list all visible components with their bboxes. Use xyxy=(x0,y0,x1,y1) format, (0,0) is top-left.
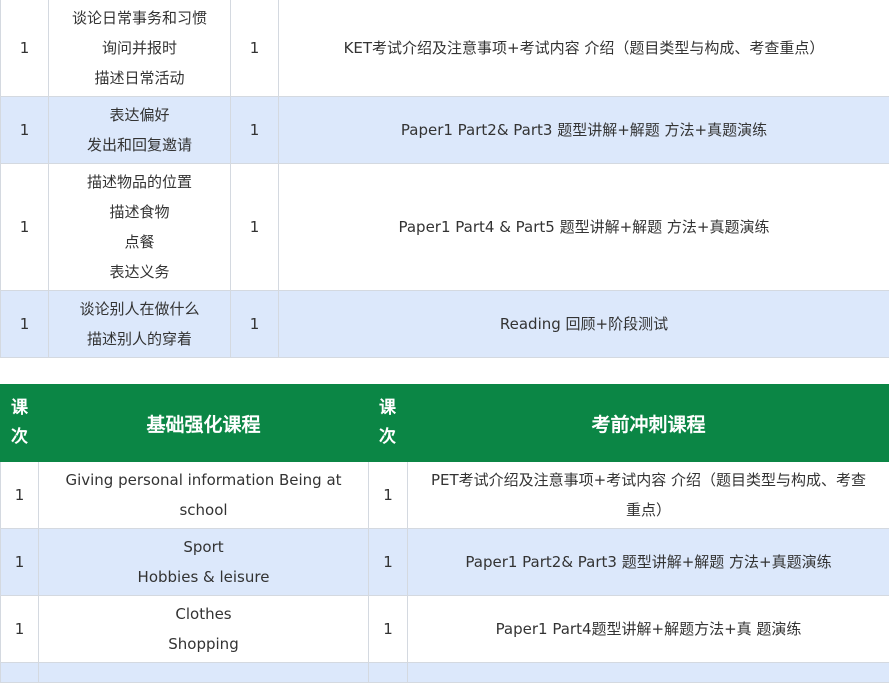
topics-cell: Clothes Shopping xyxy=(39,596,369,663)
course-content-cell: Paper1 Part2& Part3 题型讲解+解题 方法+真题演练 xyxy=(279,97,889,164)
topic-line: 描述物品的位置 xyxy=(55,167,224,197)
lesson-count-cell: 1 xyxy=(1,462,39,529)
ket-course-table: 1 谈论日常事务和习惯 询问并报时 描述日常活动 1 KET考试介绍及注意事项+… xyxy=(0,0,889,358)
lesson-count-cell: 1 xyxy=(369,462,408,529)
topic-line: Sport xyxy=(45,532,362,562)
content-line: 重点） xyxy=(414,495,883,525)
lesson-count-cell: 1 xyxy=(1,529,39,596)
course-content-cell: Paper1 Part4 & Part5 题型讲解+解题 方法+真题演练 xyxy=(279,164,889,291)
table-row: 1 描述物品的位置 描述食物 点餐 表达义务 1 Paper1 Part4 & … xyxy=(1,164,889,291)
lesson-count-cell: 1 xyxy=(369,529,408,596)
topics-cell: Giving personal information Being at sch… xyxy=(39,462,369,529)
sprint-course-header: 考前冲刺课程 xyxy=(408,385,889,462)
foundation-course-header: 基础强化课程 xyxy=(39,385,369,462)
header-char: 课 xyxy=(379,394,407,423)
course-content-cell: Reading 回顾+阶段测试 xyxy=(279,291,889,358)
lesson-count-cell xyxy=(1,663,39,683)
topics-cell: Sport Hobbies & leisure xyxy=(39,529,369,596)
lesson-count-cell: 1 xyxy=(231,291,279,358)
topic-line: 表达偏好 xyxy=(55,100,224,130)
table-row: 1 Clothes Shopping 1 Paper1 Part4题型讲解+解题… xyxy=(1,596,889,663)
course-content-cell: Paper1 Part4题型讲解+解题方法+真 题演练 xyxy=(408,596,889,663)
topic-line: Clothes xyxy=(45,599,362,629)
content-line: Paper1 Part2& Part3 题型讲解+解题 方法+真题演练 xyxy=(414,547,883,577)
topic-line: 谈论别人在做什么 xyxy=(55,294,224,324)
course-content-cell: Paper1 Part2& Part3 题型讲解+解题 方法+真题演练 xyxy=(408,529,889,596)
topic-line: 谈论日常事务和习惯 xyxy=(55,3,224,33)
topic-line: Hobbies & leisure xyxy=(45,562,362,592)
lesson-count-cell: 1 xyxy=(1,291,49,358)
lesson-count-cell: 1 xyxy=(231,97,279,164)
course-content-cell: PET考试介绍及注意事项+考试内容 介绍（题目类型与构成、考查 重点） xyxy=(408,462,889,529)
content-line: Paper1 Part4题型讲解+解题方法+真 题演练 xyxy=(414,614,883,644)
topic-line: 发出和回复邀请 xyxy=(55,130,224,160)
topics-cell: 表达偏好 发出和回复邀请 xyxy=(49,97,231,164)
table-row xyxy=(1,663,889,683)
header-char: 课 xyxy=(11,394,38,423)
topic-line: 询问并报时 xyxy=(55,33,224,63)
topic-line: Giving personal information Being at xyxy=(45,465,362,495)
topic-line: school xyxy=(45,495,362,525)
topics-cell: 描述物品的位置 描述食物 点餐 表达义务 xyxy=(49,164,231,291)
header-char: 次 xyxy=(379,423,407,452)
course-content-cell: KET考试介绍及注意事项+考试内容 介绍（题目类型与构成、考查重点） xyxy=(279,0,889,97)
lesson-count-cell: 1 xyxy=(231,164,279,291)
topic-line: Shopping xyxy=(45,629,362,659)
topics-cell: 谈论日常事务和习惯 询问并报时 描述日常活动 xyxy=(49,0,231,97)
topic-line: 描述日常活动 xyxy=(55,63,224,93)
lesson-count-cell: 1 xyxy=(1,596,39,663)
lesson-count-header: 课 次 xyxy=(1,385,39,462)
lesson-count-cell: 1 xyxy=(369,596,408,663)
table-row: 1 谈论别人在做什么 描述别人的穿着 1 Reading 回顾+阶段测试 xyxy=(1,291,889,358)
table-row: 1 Giving personal information Being at s… xyxy=(1,462,889,529)
topic-line: 表达义务 xyxy=(55,257,224,287)
lesson-count-header: 课 次 xyxy=(369,385,408,462)
table-row: 1 Sport Hobbies & leisure 1 Paper1 Part2… xyxy=(1,529,889,596)
lesson-count-cell: 1 xyxy=(231,0,279,97)
topics-cell xyxy=(39,663,369,683)
lesson-count-cell: 1 xyxy=(1,97,49,164)
lesson-count-cell xyxy=(369,663,408,683)
table-row: 1 谈论日常事务和习惯 询问并报时 描述日常活动 1 KET考试介绍及注意事项+… xyxy=(1,0,889,97)
content-line: PET考试介绍及注意事项+考试内容 介绍（题目类型与构成、考查 xyxy=(414,465,883,495)
lesson-count-cell: 1 xyxy=(1,0,49,97)
course-content-cell xyxy=(408,663,889,683)
table-row: 1 表达偏好 发出和回复邀请 1 Paper1 Part2& Part3 题型讲… xyxy=(1,97,889,164)
topics-cell: 谈论别人在做什么 描述别人的穿着 xyxy=(49,291,231,358)
topic-line: 描述食物 xyxy=(55,197,224,227)
lesson-count-cell: 1 xyxy=(1,164,49,291)
header-char: 次 xyxy=(11,423,38,452)
topic-line: 点餐 xyxy=(55,227,224,257)
topic-line: 描述别人的穿着 xyxy=(55,324,224,354)
table-header-row: 课 次 基础强化课程 课 次 考前冲刺课程 xyxy=(1,385,889,462)
pet-course-table: 课 次 基础强化课程 课 次 考前冲刺课程 1 Giving personal … xyxy=(0,384,889,683)
